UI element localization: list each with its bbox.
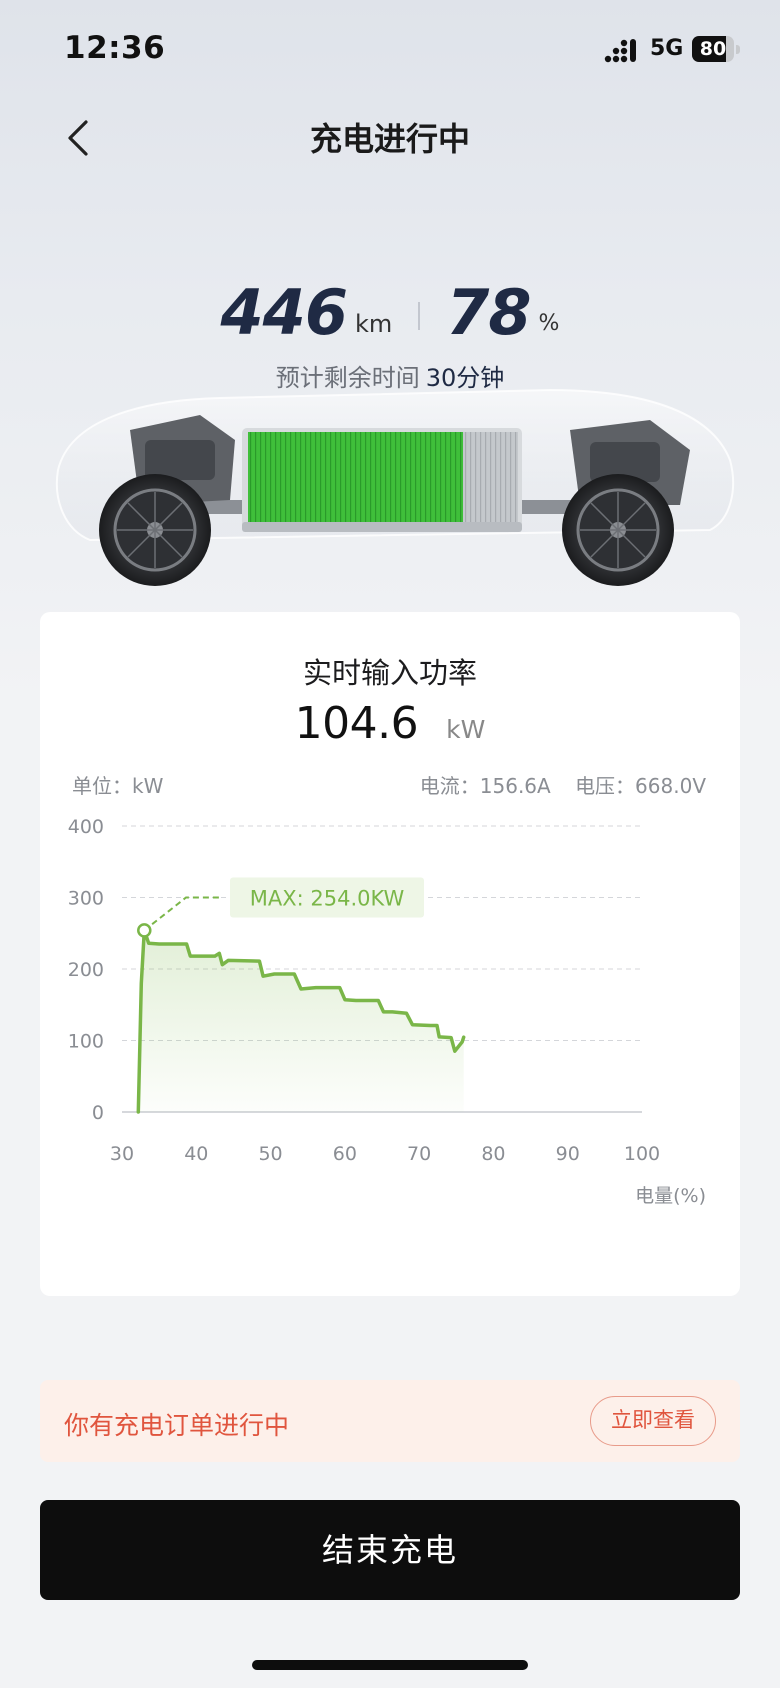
y-tick-label: 300 — [68, 888, 104, 910]
order-banner-text: 你有充电订单进行中 — [64, 1411, 290, 1440]
x-tick-label: 90 — [556, 1143, 580, 1165]
current-value: 电流：156.6A — [419, 774, 551, 798]
x-tick-label: 80 — [481, 1143, 505, 1165]
x-tick-label: 50 — [258, 1143, 282, 1165]
x-tick-label: 100 — [624, 1143, 660, 1165]
power-card: 实时输入功率 104.6 kW 单位：kW 电流：156.6A 电压：668.0… — [40, 612, 740, 1296]
battery-percentage: 80 — [699, 38, 727, 60]
nav-bar: 充电进行中 — [0, 100, 780, 176]
y-tick-label: 0 — [92, 1102, 104, 1124]
status-time: 12:36 — [64, 30, 166, 66]
divider — [418, 302, 421, 330]
x-tick-label: 70 — [407, 1143, 431, 1165]
power-chart: 0 100 200 300 400 30 40 50 60 70 80 90 100 电量(%) MAX: … — [68, 816, 706, 1207]
range-value: 446 — [220, 276, 348, 349]
voltage-value: 电压：668.0V — [575, 774, 706, 798]
power-area-fill — [138, 930, 464, 1112]
x-tick-label: 30 — [110, 1143, 134, 1165]
max-point-marker — [137, 923, 152, 938]
car-battery-illustration — [56, 388, 734, 586]
end-charging-button[interactable]: 结束充电 — [40, 1500, 740, 1600]
status-bar: 12:36 5G 80 — [0, 0, 780, 100]
y-tick-label: 200 — [68, 959, 104, 981]
x-tick-label: 40 — [184, 1143, 208, 1165]
soc-value: 78 — [446, 276, 531, 349]
soc-unit: % — [538, 311, 560, 336]
power-unit: kW — [446, 715, 486, 744]
x-tick-label: 60 — [333, 1143, 357, 1165]
power-value: 104.6 — [294, 698, 419, 749]
network-type: 5G — [650, 36, 684, 61]
view-order-button[interactable]: 立即查看 — [590, 1396, 716, 1446]
battery-icon: 80 — [692, 36, 740, 62]
y-tick-label: 400 — [68, 816, 104, 838]
home-indicator — [252, 1660, 528, 1670]
power-card-title: 实时输入功率 — [302, 656, 477, 690]
y-tick-label: 100 — [68, 1031, 104, 1053]
x-axis-unit-label: 电量(%) — [635, 1185, 706, 1207]
order-banner: 你有充电订单进行中 立即查看 — [40, 1380, 740, 1462]
range-unit: km — [354, 310, 393, 338]
chart-unit-label: 单位：kW — [72, 774, 164, 798]
page-title: 充电进行中 — [309, 120, 470, 158]
cellular-signal-icon — [604, 39, 636, 63]
max-leader-line — [143, 896, 220, 932]
max-label: MAX: 254.0KW — [250, 887, 405, 911]
